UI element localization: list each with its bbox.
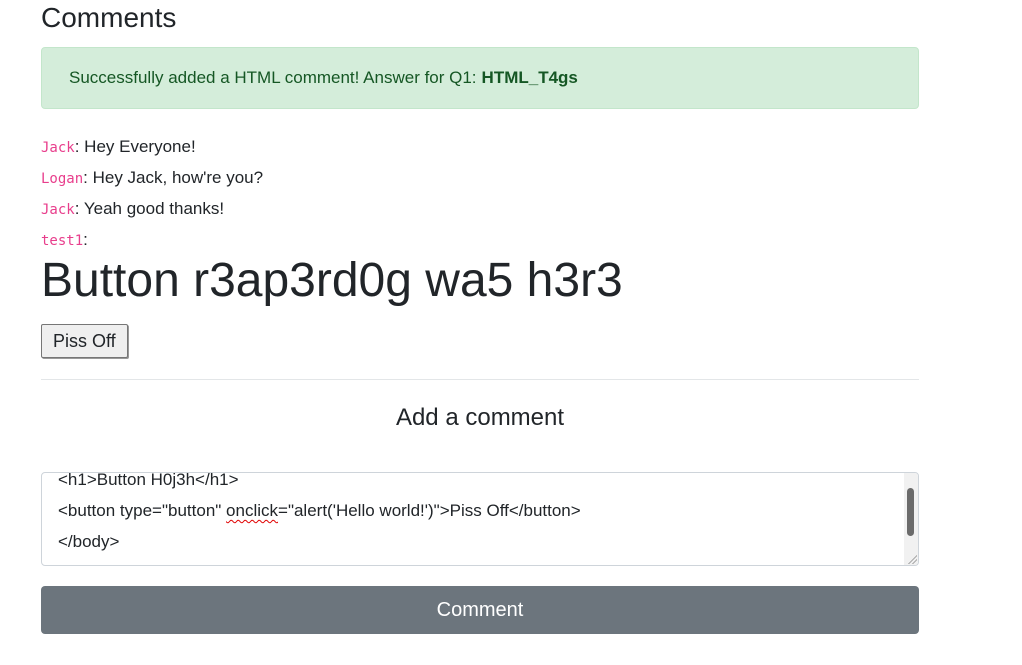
comment-item: test1: — [41, 224, 919, 255]
comment-author: Logan — [41, 171, 84, 187]
comment-submit-button[interactable]: Comment — [41, 586, 919, 634]
divider — [41, 379, 919, 380]
textarea-line: <button type="button" onclick="alert('He… — [58, 501, 581, 520]
comment-item: Logan: Hey Jack, how're you? — [41, 162, 919, 193]
spellcheck-word: onclick — [226, 501, 279, 520]
injected-heading: Button r3ap3rd0g wa5 h3r3 — [41, 254, 623, 307]
comment-author: Jack — [41, 202, 75, 218]
comment-item: Jack: Hey Everyone! — [41, 131, 919, 162]
comment-text: : Hey Jack, how're you? — [83, 168, 264, 187]
comment-author: test1 — [41, 233, 84, 249]
scrollbar-thumb[interactable] — [907, 488, 914, 536]
resize-handle-icon[interactable] — [907, 554, 917, 564]
textarea-content: <h1>Button H0j3h</h1> <button type="butt… — [58, 472, 581, 557]
comment-text: : Hey Everyone! — [74, 137, 196, 156]
add-comment-title: Add a comment — [395, 404, 565, 431]
textarea-line: </body> — [58, 532, 120, 551]
comment-list: Jack: Hey Everyone! Logan: Hey Jack, how… — [41, 131, 919, 358]
comment-item: Jack: Yeah good thanks! — [41, 193, 919, 224]
comment-text: : — [83, 230, 88, 249]
alert-message: Successfully added a HTML comment! Answe… — [69, 68, 477, 87]
alert-answer: HTML_T4gs — [481, 68, 578, 87]
main-container: Comments Successfully added a HTML comme… — [41, 0, 919, 634]
textarea-scrollbar[interactable] — [904, 473, 918, 565]
injected-button[interactable]: Piss Off — [41, 324, 128, 358]
success-alert: Successfully added a HTML comment! Answe… — [41, 47, 919, 109]
textarea-line: <h1>Button H0j3h</h1> — [58, 472, 239, 489]
page-title: Comments — [41, 2, 177, 33]
comment-text: : Yeah good thanks! — [74, 199, 225, 218]
comment-author: Jack — [41, 140, 75, 156]
comment-textarea[interactable]: <h1>Button H0j3h</h1> <button type="butt… — [41, 472, 919, 566]
